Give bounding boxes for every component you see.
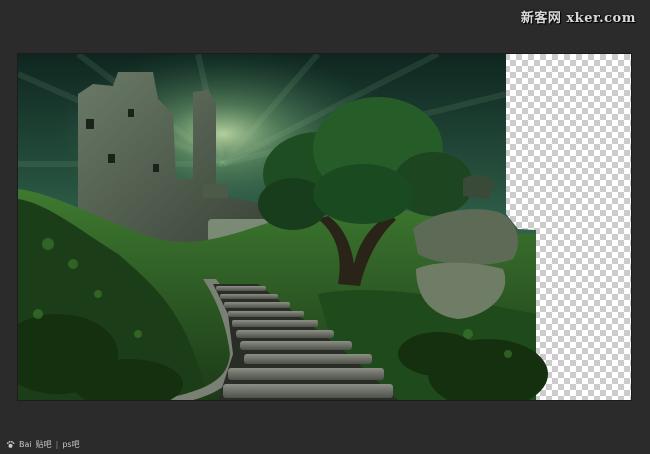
- fantasy-castle-artwork: [18, 54, 548, 400]
- paw-icon: [6, 440, 15, 448]
- baidu-tieba-watermark: Bai 贴吧 | ps吧: [6, 439, 80, 450]
- brand-suffix: 贴吧: [35, 440, 52, 449]
- photoshop-workspace: 新客网 xker.com Bai 贴吧 | ps吧: [0, 0, 650, 454]
- site-watermark: 新客网 xker.com: [520, 11, 636, 26]
- forum-name: ps吧: [62, 440, 80, 449]
- document-canvas[interactable]: [18, 54, 631, 400]
- separator: |: [55, 440, 59, 449]
- brand-name: Bai: [19, 440, 32, 449]
